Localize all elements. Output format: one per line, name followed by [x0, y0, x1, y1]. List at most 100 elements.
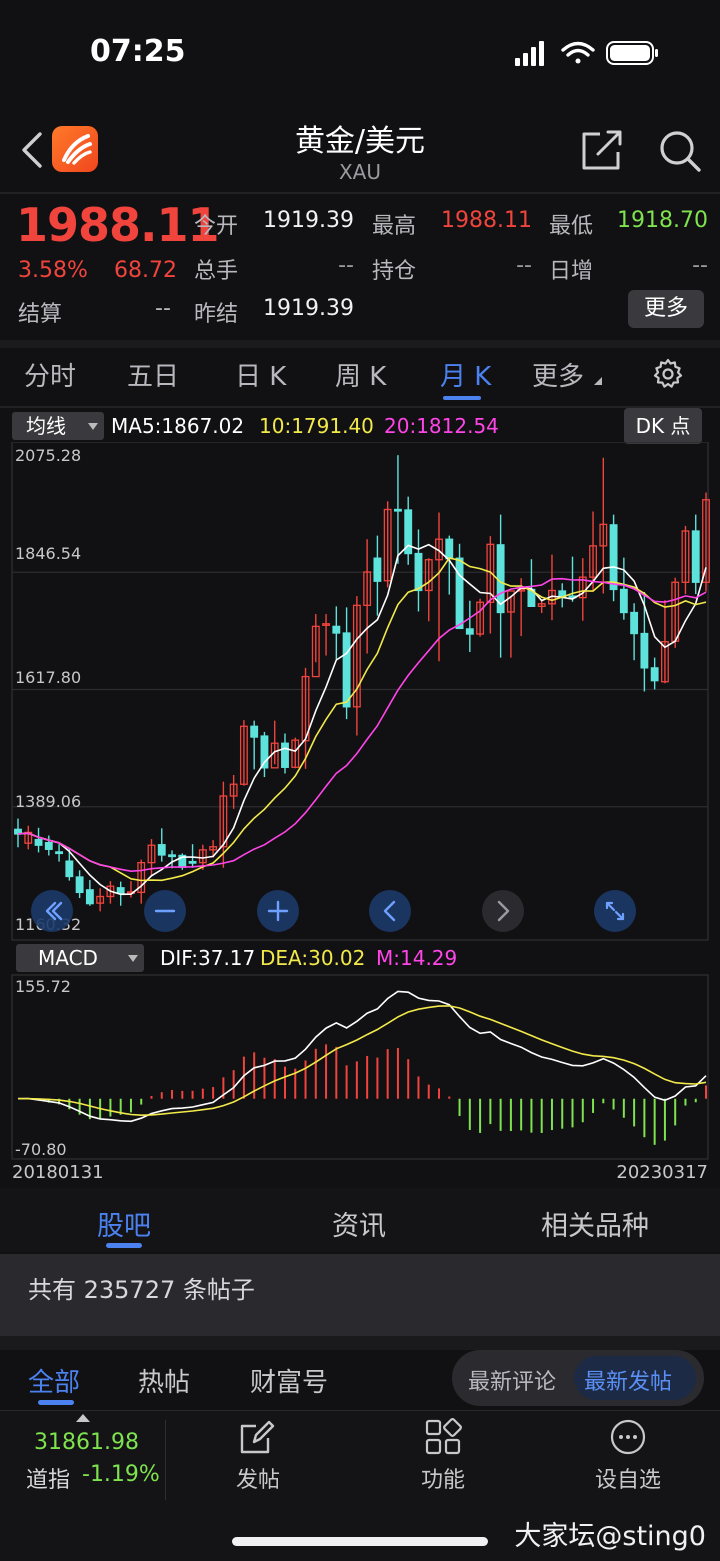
candle-down — [75, 876, 84, 894]
sort-latest-post[interactable]: 最新发帖 — [584, 1364, 672, 1396]
macd-frame — [11, 974, 709, 1160]
candle-down — [465, 628, 474, 635]
candle-down — [116, 887, 125, 894]
candle-down — [34, 838, 43, 846]
macd-y-tick-label: 155.72 — [15, 977, 71, 996]
community-tab-indicator — [106, 1243, 142, 1248]
tab-daily-k[interactable]: 日 K — [235, 356, 286, 393]
feed-tab-wealth[interactable]: 财富号 — [250, 1362, 328, 1399]
post-button-label[interactable]: 发帖 — [218, 1462, 298, 1494]
gear-icon[interactable] — [652, 358, 684, 390]
candle-down — [640, 632, 649, 669]
sort-latest-comment[interactable]: 最新评论 — [468, 1364, 556, 1396]
battery-icon — [606, 41, 658, 65]
function-button-label[interactable]: 功能 — [403, 1462, 483, 1494]
search-icon[interactable] — [657, 128, 703, 174]
x-end-date: 20230317 — [616, 1162, 708, 1183]
settle-label: 结算 — [18, 302, 63, 327]
change-amount: 68.72 — [114, 258, 177, 283]
feed-tab-all[interactable]: 全部 — [28, 1362, 80, 1399]
ma-indicator-select[interactable]: 均线 — [12, 412, 104, 440]
more-circle-icon[interactable] — [609, 1418, 647, 1456]
compose-icon[interactable] — [238, 1418, 276, 1456]
active-tab-indicator — [443, 396, 481, 400]
ma-line-20 — [17, 577, 707, 873]
tab-more-periods[interactable]: 更多 — [532, 356, 603, 393]
candle-down — [445, 538, 454, 560]
open-value: 1919.39 — [263, 208, 354, 233]
feed-tab-indicator — [38, 1400, 74, 1405]
kline-ma-lines — [17, 543, 707, 896]
candle-down — [373, 557, 382, 582]
high-value: 1988.11 — [441, 208, 532, 233]
tab-more-periods-label: 更多 — [532, 362, 585, 392]
y-tick-label: 1389.06 — [15, 792, 81, 811]
macd-select-label: MACD — [38, 946, 98, 970]
tab-monthly-k[interactable]: 月 K — [440, 356, 491, 393]
tab-related[interactable]: 相关品种 — [520, 1204, 670, 1243]
status-icons — [515, 41, 658, 66]
tabs-divider — [0, 406, 720, 408]
macd-chart[interactable]: 155.72 -70.80 — [0, 974, 720, 1184]
low-label: 最低 — [549, 214, 594, 239]
candle-down — [250, 725, 259, 738]
kline-chart[interactable]: 2075.28 1846.54 1617.80 1389.06 1160.32 — [0, 442, 720, 942]
candle-down — [157, 844, 166, 856]
settle-value: -- — [155, 296, 171, 321]
watchlist-button-label[interactable]: 设自选 — [583, 1462, 673, 1494]
wifi-icon — [561, 41, 595, 64]
tab-five-day[interactable]: 五日 — [127, 356, 179, 393]
scroll-to-start-button[interactable] — [31, 890, 73, 932]
candle-down — [188, 860, 197, 864]
header-divider — [0, 192, 720, 194]
candle-down — [332, 625, 341, 634]
feed-tab-hot[interactable]: 热帖 — [138, 1362, 190, 1399]
candle-down — [394, 508, 402, 512]
x-start-date: 20180131 — [12, 1162, 104, 1183]
status-time: 07:25 — [90, 34, 186, 69]
kline-candles — [14, 455, 710, 912]
y-tick-label: 2075.28 — [15, 446, 81, 465]
volume-label: 总手 — [194, 259, 239, 284]
change-percent: 3.58% — [18, 258, 88, 283]
macd-indicator-select[interactable]: MACD — [16, 944, 144, 972]
candle-down — [455, 557, 464, 630]
ma-line-MA5 — [17, 543, 707, 896]
candle-down — [609, 524, 618, 591]
tab-forum[interactable]: 股吧 — [74, 1204, 174, 1243]
apps-grid-icon[interactable] — [424, 1418, 462, 1456]
scroll-right-button[interactable] — [482, 890, 524, 932]
macd-y-tick-label: -70.80 — [15, 1140, 67, 1159]
share-icon[interactable] — [580, 128, 624, 172]
candle-down — [342, 632, 351, 708]
candle-down — [44, 842, 53, 850]
scroll-left-button[interactable] — [369, 890, 411, 932]
tab-weekly-k[interactable]: 周 K — [335, 356, 386, 393]
index-value[interactable]: 31861.98 — [34, 1430, 139, 1455]
macd-grid — [11, 974, 709, 1160]
prev-settle-label: 昨结 — [194, 302, 239, 327]
caret-up-icon[interactable] — [76, 1414, 90, 1422]
zoom-out-button[interactable] — [144, 890, 186, 932]
tab-intraday[interactable]: 分时 — [24, 356, 76, 393]
signal-icon — [515, 41, 544, 66]
daily-increase-value: -- — [692, 253, 708, 278]
tab-news[interactable]: 资讯 — [309, 1204, 409, 1243]
ma-select-label: 均线 — [26, 414, 66, 438]
home-indicator[interactable] — [232, 1537, 488, 1546]
corner-triangle-icon — [594, 377, 603, 385]
candle-down — [65, 860, 74, 878]
zoom-in-button[interactable] — [257, 890, 299, 932]
last-price: 1988.11 — [16, 198, 220, 252]
candle-down — [691, 530, 700, 583]
dk-point-button[interactable]: DK 点 — [624, 408, 702, 444]
fullscreen-button[interactable] — [594, 890, 636, 932]
more-quote-button[interactable]: 更多 — [628, 290, 704, 328]
high-label: 最高 — [372, 214, 417, 239]
quote-divider — [0, 340, 720, 348]
m-readout: M:14.29 — [376, 946, 458, 970]
open-label: 今开 — [194, 214, 239, 239]
index-name[interactable]: 道指 — [26, 1462, 70, 1494]
watermark: 大家坛@sting0 — [514, 1521, 706, 1552]
index-change[interactable]: -1.19% — [82, 1462, 160, 1487]
